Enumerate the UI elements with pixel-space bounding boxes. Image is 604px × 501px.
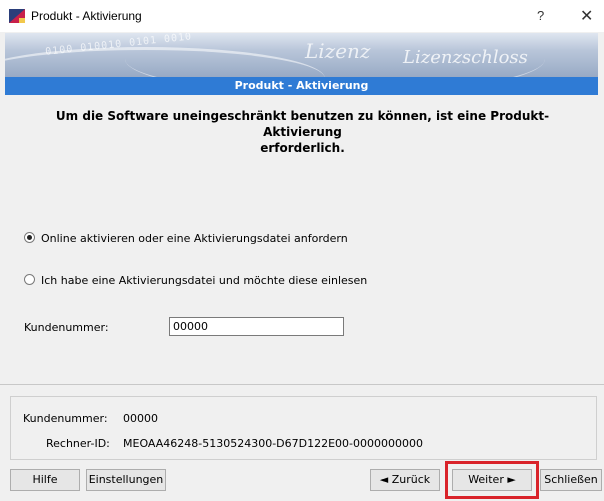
- close-window-button[interactable]: ✕: [580, 6, 593, 26]
- customer-number-input[interactable]: [169, 317, 344, 336]
- intro-text: Um die Software uneingeschränkt benutzen…: [30, 108, 575, 156]
- window-title: Produkt - Aktivierung: [31, 9, 142, 23]
- divider: [0, 384, 604, 385]
- settings-button[interactable]: Einstellungen: [86, 469, 166, 491]
- info-computer-id: MEOAA46248-5130524300-D67D122E00-0000000…: [123, 437, 424, 450]
- info-box: Kundenummer: 00000 Rechner-ID: MEOAA4624…: [10, 396, 597, 460]
- info-customer-label: Kundenummer:: [23, 412, 108, 425]
- banner-logo-text: Lizenzschloss: [403, 47, 528, 68]
- radio-read-activation-file[interactable]: Ich habe eine Aktivierungsdatei und möch…: [24, 274, 367, 287]
- back-button[interactable]: ◄ Zurück: [370, 469, 440, 491]
- banner-logo-text: Lizenz: [305, 39, 371, 63]
- intro-line: erforderlich.: [260, 141, 345, 155]
- info-computer-label: Rechner-ID:: [46, 437, 110, 450]
- title-bar: Produkt - Aktivierung ? ✕: [0, 0, 604, 32]
- page-title: Produkt - Aktivierung: [5, 77, 598, 95]
- customer-number-label: Kundenummer:: [24, 321, 109, 334]
- close-button[interactable]: Schließen: [540, 469, 602, 491]
- radio-label: Online aktivieren oder eine Aktivierungs…: [41, 232, 348, 245]
- help-button[interactable]: Hilfe: [10, 469, 80, 491]
- help-title-button[interactable]: ?: [537, 8, 544, 23]
- radio-online-activation[interactable]: Online aktivieren oder eine Aktivierungs…: [24, 232, 348, 245]
- radio-label: Ich habe eine Aktivierungsdatei und möch…: [41, 274, 368, 287]
- info-customer-value: 00000: [123, 412, 158, 425]
- header-banner: 0100 010010 0101 0010 Lizenz Lizenzschlo…: [5, 33, 598, 77]
- intro-line: Um die Software uneingeschränkt benutzen…: [55, 109, 550, 139]
- radio-button-selected[interactable]: [24, 232, 35, 243]
- radio-button[interactable]: [24, 274, 35, 285]
- app-icon: [9, 9, 25, 23]
- next-button-highlight: [445, 461, 539, 499]
